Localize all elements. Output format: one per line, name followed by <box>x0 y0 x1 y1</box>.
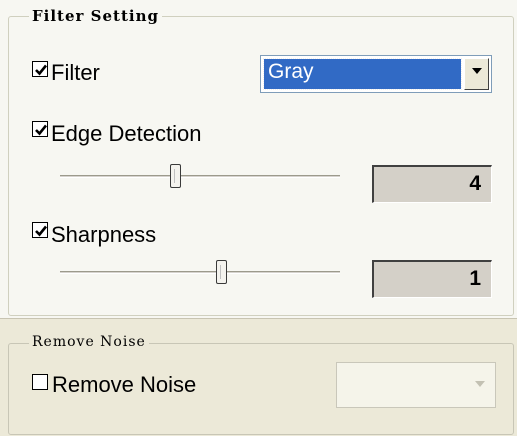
filter-select[interactable]: Gray <box>260 55 492 93</box>
filter-checkbox[interactable] <box>32 61 48 77</box>
sharpness-slider-thumb[interactable] <box>216 260 227 284</box>
remove-noise-panel: Remove Noise Remove Noise <box>0 318 517 436</box>
chevron-down-icon <box>472 68 482 74</box>
edge-detection-slider-track <box>60 175 340 178</box>
edge-detection-slider[interactable] <box>60 164 340 190</box>
remove-noise-legend: Remove Noise <box>29 332 149 352</box>
remove-noise-label: Remove Noise <box>52 372 197 397</box>
edge-detection-label: Edge Detection <box>51 121 202 146</box>
filter-setting-panel: Filter Setting Filter Gray Edge Detectio… <box>0 0 517 318</box>
sharpness-checkbox[interactable] <box>32 222 48 238</box>
checkmark-icon <box>35 225 48 237</box>
filter-select-value: Gray <box>263 58 462 90</box>
edge-detection-checkbox[interactable] <box>32 121 48 137</box>
filter-setting-legend: Filter Setting <box>29 6 162 26</box>
filter-select-dropdown-button[interactable] <box>464 58 489 90</box>
sharpness-value: 1 <box>372 260 492 298</box>
remove-noise-checkbox[interactable] <box>32 374 48 390</box>
edge-detection-value: 4 <box>372 165 492 203</box>
sharpness-slider[interactable] <box>60 260 340 286</box>
chevron-down-icon <box>475 381 485 387</box>
checkmark-icon <box>35 64 48 76</box>
sharpness-slider-track <box>60 271 340 274</box>
edge-detection-slider-thumb[interactable] <box>170 164 181 188</box>
filter-label: Filter <box>51 60 100 85</box>
remove-noise-select[interactable] <box>336 362 496 408</box>
sharpness-label: Sharpness <box>51 222 157 247</box>
checkmark-icon <box>35 124 48 136</box>
